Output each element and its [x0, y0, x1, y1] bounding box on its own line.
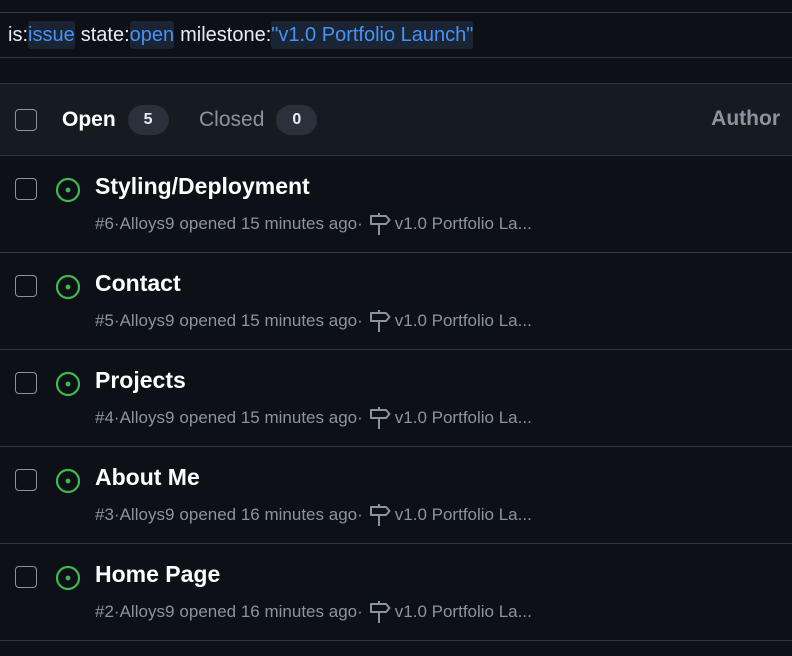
issue-meta: #6 · Alloys9 opened 15 minutes ago · v1.… [95, 212, 532, 236]
meta-separator: · [357, 505, 363, 524]
closed-count-badge: 0 [276, 105, 318, 135]
issue-title-link[interactable]: Projects [95, 367, 186, 394]
issue-milestone-link[interactable]: v1.0 Portfolio La... [395, 505, 532, 525]
tab-open[interactable]: Open 5 [62, 105, 169, 135]
issue-opened-time: opened 15 minutes ago [179, 311, 358, 330]
issue-opened-icon [55, 371, 81, 397]
filter-token-is: is:issue [8, 20, 75, 49]
issue-opened-time: opened 16 minutes ago [179, 505, 358, 524]
issue-title-link[interactable]: Home Page [95, 561, 220, 588]
issue-row: Home Page #2 · Alloys9 opened 16 minutes… [0, 544, 792, 641]
issue-milestone-link[interactable]: v1.0 Portfolio La... [395, 311, 532, 331]
tab-open-label: Open [62, 108, 116, 131]
issue-opened-icon [55, 565, 81, 591]
issue-opened-time: opened 16 minutes ago [179, 602, 358, 621]
issue-row: About Me #3 · Alloys9 opened 16 minutes … [0, 447, 792, 544]
issue-author-link[interactable]: Alloys9 [120, 602, 175, 622]
issue-number: #4 [95, 408, 114, 427]
filter-token-milestone: milestone:"v1.0 Portfolio Launch" [180, 20, 474, 49]
issue-opened-icon [55, 274, 81, 300]
issue-row: Contact #5 · Alloys9 opened 15 minutes a… [0, 253, 792, 350]
issue-title-link[interactable]: About Me [95, 464, 200, 491]
issue-row: Projects #4 · Alloys9 opened 15 minutes … [0, 350, 792, 447]
meta-separator: · [357, 602, 363, 621]
issue-meta: #4 · Alloys9 opened 15 minutes ago · v1.… [95, 406, 532, 430]
issue-opened-time: opened 15 minutes ago [179, 408, 358, 427]
open-count-badge: 5 [127, 105, 169, 135]
issue-opened-icon [55, 468, 81, 494]
milestone-icon [369, 310, 391, 332]
issue-list: Open 5 Closed 0 Author Styling/Deploymen… [0, 83, 792, 641]
issue-number: #3 [95, 505, 114, 524]
issue-meta: #5 · Alloys9 opened 15 minutes ago · v1.… [95, 309, 532, 333]
issue-row: Styling/Deployment #6 · Alloys9 opened 1… [0, 156, 792, 253]
issue-meta: #2 · Alloys9 opened 16 minutes ago · v1.… [95, 600, 532, 624]
filter-token-state: state:open [81, 20, 175, 49]
issue-milestone-link[interactable]: v1.0 Portfolio La... [395, 408, 532, 428]
milestone-icon [369, 601, 391, 623]
meta-separator: · [357, 311, 363, 330]
issue-checkbox[interactable] [15, 275, 37, 297]
issue-author-link[interactable]: Alloys9 [120, 505, 175, 525]
issue-title-link[interactable]: Styling/Deployment [95, 173, 310, 200]
issue-author-link[interactable]: Alloys9 [120, 311, 175, 331]
milestone-icon [369, 504, 391, 526]
milestone-icon [369, 407, 391, 429]
tab-closed-label: Closed [199, 108, 265, 131]
issue-checkbox[interactable] [15, 178, 37, 200]
issue-number: #2 [95, 602, 114, 621]
issue-author-link[interactable]: Alloys9 [120, 214, 175, 234]
issue-milestone-link[interactable]: v1.0 Portfolio La... [395, 214, 532, 234]
select-all-checkbox[interactable] [15, 109, 37, 131]
issue-milestone-link[interactable]: v1.0 Portfolio La... [395, 602, 532, 622]
issue-opened-time: opened 15 minutes ago [179, 214, 358, 233]
tab-closed[interactable]: Closed 0 [199, 105, 318, 135]
issue-meta: #3 · Alloys9 opened 16 minutes ago · v1.… [95, 503, 532, 527]
issue-checkbox[interactable] [15, 372, 37, 394]
meta-separator: · [357, 214, 363, 233]
issue-author-link[interactable]: Alloys9 [120, 408, 175, 428]
issue-number: #5 [95, 311, 114, 330]
milestone-icon [369, 213, 391, 235]
author-filter-button[interactable]: Author [711, 107, 780, 131]
issue-list-header: Open 5 Closed 0 Author [0, 84, 792, 156]
issue-checkbox[interactable] [15, 469, 37, 491]
issue-title-link[interactable]: Contact [95, 270, 181, 297]
issue-opened-icon [55, 177, 81, 203]
meta-separator: · [357, 408, 363, 427]
issue-checkbox[interactable] [15, 566, 37, 588]
issue-number: #6 [95, 214, 114, 233]
search-filter-bar[interactable]: is:issue state:open milestone:"v1.0 Port… [0, 12, 792, 58]
